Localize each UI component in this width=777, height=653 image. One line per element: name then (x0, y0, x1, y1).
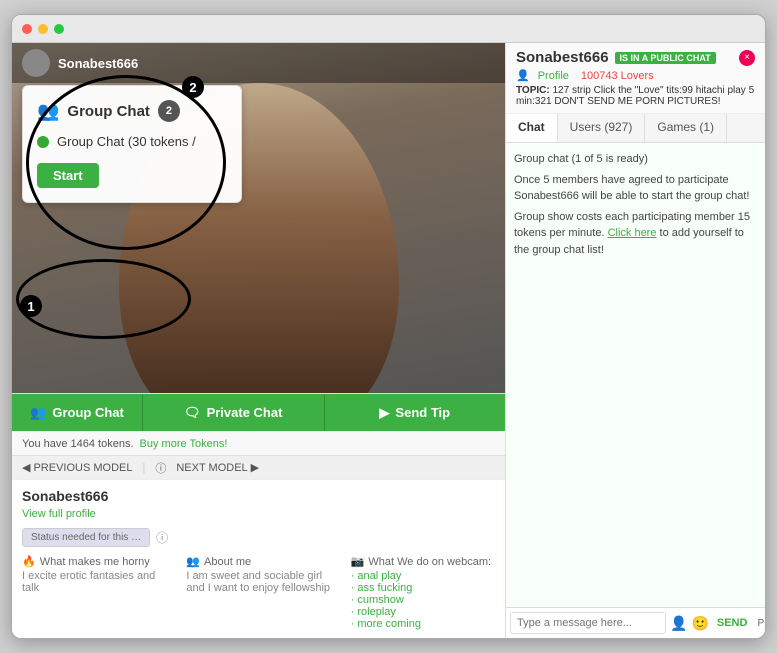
popup-badge: 2 (158, 100, 180, 122)
video-container: Sonabest666 👥 Group Chat 2 Group Chat (3… (12, 43, 505, 393)
webcam-item: · roleplay (351, 606, 495, 618)
next-model-button[interactable]: NEXT MODEL ▶ (176, 461, 259, 474)
topic-label: TOPIC: (516, 85, 550, 96)
webcam-item: · anal play (351, 570, 495, 582)
minimize-dot[interactable] (38, 24, 48, 34)
tab-chat[interactable]: Chat (506, 114, 558, 142)
popup-option-label: Group Chat (30 tokens / (57, 134, 196, 149)
group-chat-popup: 👥 Group Chat 2 Group Chat (30 tokens / S… (22, 85, 242, 203)
next-arrow: ▶ (251, 461, 259, 474)
webcam-item: · ass fucking (351, 582, 495, 594)
profile-row: 👤 Profile 100743 Lovers (516, 69, 755, 82)
group-chat-label: Group Chat (52, 405, 124, 420)
close-dot[interactable] (22, 24, 32, 34)
webcam-col: 📷 What We do on webcam: · anal play· ass… (351, 555, 495, 630)
chat-message-3: Group show costs each participating memb… (514, 209, 757, 259)
webcam-items: · anal play· ass fucking· cumshow· rolep… (351, 570, 495, 630)
radio-dot (37, 136, 49, 148)
webcam-title: 📷 What We do on webcam: (351, 555, 495, 568)
send-tip-icon: ▶ (379, 405, 389, 421)
previous-model-button[interactable]: ◀ PREVIOUS MODEL (22, 461, 133, 474)
chat-input-row: 👤 🙂 SEND PRIVATE MESSAGE (506, 607, 765, 638)
close-button[interactable]: × (739, 50, 755, 66)
help-icon[interactable]: ⓘ (155, 460, 166, 476)
profile-link[interactable]: Profile (538, 70, 569, 82)
private-chat-icon: 🗨 (184, 405, 201, 421)
private-chat-label: Private Chat (207, 405, 283, 420)
profile-icon: 👤 (516, 69, 530, 82)
person-icon: 👤 (670, 615, 687, 632)
model-name-overlay: Sonabest666 (58, 56, 138, 71)
info-columns: 🔥 What makes me horny I excite erotic fa… (22, 555, 495, 630)
emoji-button[interactable]: 🙂 (691, 615, 708, 632)
about-title: 👥 About me (186, 555, 330, 568)
group-chat-button[interactable]: 👥 Group Chat (12, 394, 142, 431)
browser-window: Sonabest666 👥 Group Chat 2 Group Chat (3… (11, 14, 766, 639)
chat-tabs: Chat Users (927) Games (1) (506, 114, 765, 143)
chat-username: Sonabest666 (516, 49, 609, 66)
private-message-button[interactable]: PRIVATE MESSAGE (755, 618, 765, 629)
about-col: 👥 About me I am sweet and sociable girl … (186, 555, 330, 630)
send-tip-label: Send Tip (395, 405, 450, 420)
title-bar (12, 15, 765, 43)
chat-header: Sonabest666 IS IN A PUBLIC CHAT × 👤 Prof… (506, 43, 765, 114)
start-button[interactable]: Start (37, 163, 99, 188)
send-tip-button[interactable]: ▶ Send Tip (324, 394, 506, 431)
prev-label: PREVIOUS MODEL (33, 462, 132, 474)
tab-games[interactable]: Games (1) (645, 114, 727, 142)
horny-title: 🔥 What makes me horny (22, 555, 166, 568)
chat-message-1: Group chat (1 of 5 is ready) (514, 151, 757, 168)
username-row: Sonabest666 IS IN A PUBLIC CHAT × (516, 49, 755, 66)
chat-messages: Group chat (1 of 5 is ready) Once 5 memb… (506, 143, 765, 607)
click-here-link[interactable]: Click here (608, 227, 657, 239)
chat-input[interactable] (510, 612, 666, 634)
profile-name: Sonabest666 (22, 488, 495, 504)
popup-header: 👥 Group Chat 2 (37, 100, 227, 122)
popup-option: Group Chat (30 tokens / (37, 134, 227, 149)
buy-tokens-link[interactable]: Buy more Tokens! (140, 438, 228, 450)
tokens-text: You have 1464 tokens. (22, 438, 134, 450)
next-label: NEXT MODEL (176, 462, 247, 474)
about-text: I am sweet and sociable girl and I want … (186, 570, 330, 594)
chat-message-2: Once 5 members have agreed to participat… (514, 172, 757, 205)
annotation-number-1: 1 (20, 295, 42, 317)
send-button[interactable]: SEND (713, 617, 752, 629)
webcam-item: · more coming (351, 618, 495, 630)
group-chat-icon: 👥 (37, 101, 59, 122)
profile-info: Sonabest666 View full profile Status nee… (12, 479, 505, 638)
model-avatar-small (22, 49, 50, 77)
horny-text: I excite erotic fantasies and talk (22, 570, 166, 594)
video-overlay-top: Sonabest666 (12, 43, 505, 83)
view-profile-link[interactable]: View full profile (22, 508, 495, 520)
bottom-bar: 👥 Group Chat 🗨 Private Chat ▶ Send Tip (12, 393, 505, 431)
webcam-item: · cumshow (351, 594, 495, 606)
horny-col: 🔥 What makes me horny I excite erotic fa… (22, 555, 166, 630)
annotation-number-2: 2 (182, 76, 204, 98)
group-chat-icon-btn: 👥 (30, 405, 46, 421)
private-chat-button[interactable]: 🗨 Private Chat (142, 394, 324, 431)
tokens-bar: You have 1464 tokens. Buy more Tokens! (12, 431, 505, 455)
topic-row: TOPIC: 127 strip Click the "Love" tits:9… (516, 85, 755, 107)
nav-separator: | (143, 462, 146, 474)
topic-text: 127 strip Click the "Love" tits:99 hitac… (516, 85, 754, 107)
popup-title: Group Chat (67, 103, 150, 120)
main-content: Sonabest666 👥 Group Chat 2 Group Chat (3… (12, 43, 765, 638)
status-button[interactable]: Status needed for this … (22, 528, 150, 547)
tab-users[interactable]: Users (927) (558, 114, 646, 142)
right-panel: Sonabest666 IS IN A PUBLIC CHAT × 👤 Prof… (505, 43, 765, 638)
nav-bar: ◀ PREVIOUS MODEL | ⓘ NEXT MODEL ▶ (12, 455, 505, 479)
maximize-dot[interactable] (54, 24, 64, 34)
left-panel: Sonabest666 👥 Group Chat 2 Group Chat (3… (12, 43, 505, 638)
prev-arrow: ◀ (22, 461, 30, 474)
lovers-count: 100743 Lovers (581, 70, 654, 82)
info-icon: ⓘ (156, 529, 168, 546)
public-badge: IS IN A PUBLIC CHAT (615, 52, 716, 64)
